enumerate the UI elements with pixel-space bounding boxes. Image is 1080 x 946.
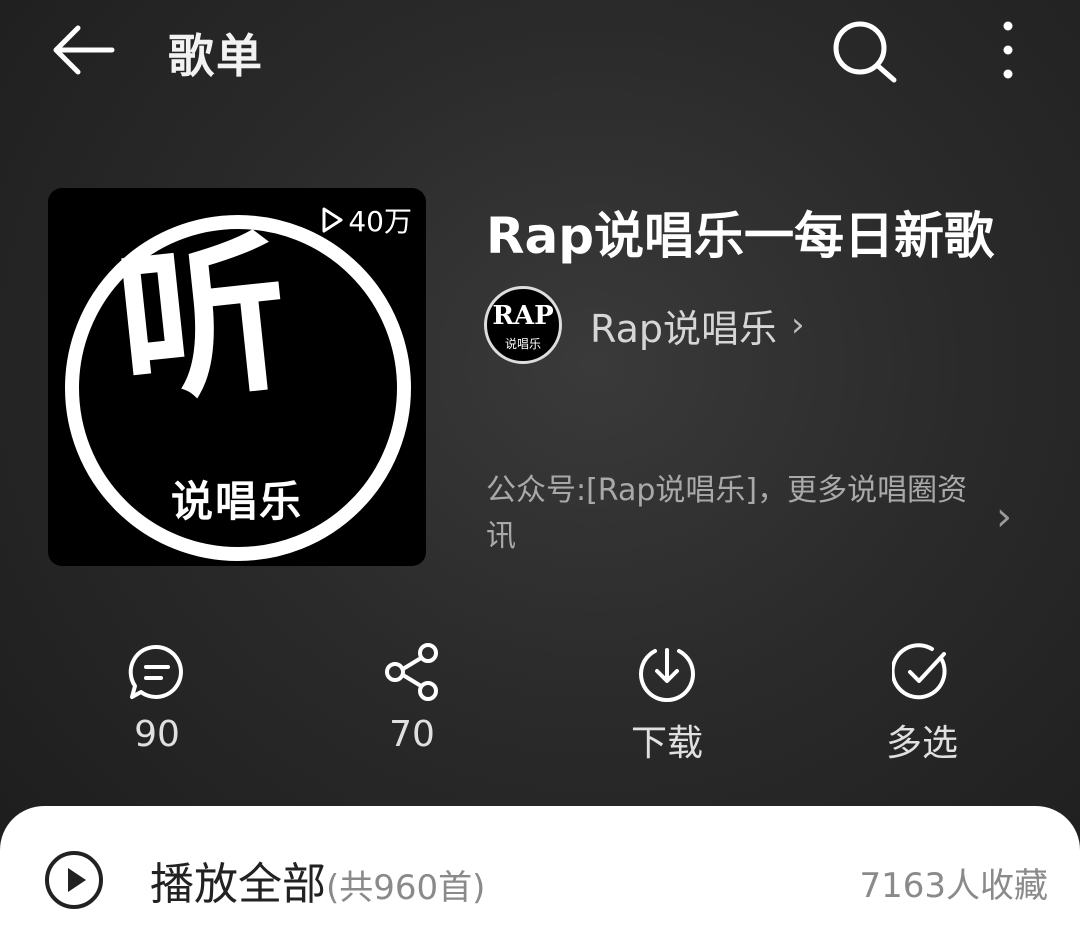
- search-icon: [833, 21, 897, 83]
- creator-name: Rap说唱乐: [590, 306, 777, 351]
- back-arrow-icon: [53, 25, 115, 75]
- share-button[interactable]: 70: [332, 642, 492, 755]
- more-vertical-icon: [1003, 21, 1013, 79]
- more-options-button[interactable]: [990, 18, 1026, 84]
- play-count: 40万: [320, 200, 412, 240]
- download-icon: [639, 648, 695, 702]
- comment-icon: [128, 644, 183, 699]
- multi-select-button[interactable]: 多选: [842, 642, 1002, 766]
- cover-logo-text: 说唱乐: [170, 477, 303, 526]
- avatar-logo-sub: 说唱乐: [504, 337, 541, 351]
- search-button[interactable]: [830, 18, 900, 84]
- playlist-description[interactable]: 公众号:[Rap说唱乐]，更多说唱圈资讯: [486, 468, 986, 560]
- playlist-title: Rap说唱乐一每日新歌: [486, 207, 995, 265]
- page-title: 歌单: [168, 29, 264, 83]
- avatar-logo-text: RAP: [492, 301, 554, 331]
- comment-count: 90: [134, 714, 180, 755]
- share-count: 70: [389, 714, 435, 755]
- play-all-text: 播放全部: [150, 859, 326, 910]
- multi-select-label: 多选: [885, 723, 958, 764]
- play-circle-icon: [45, 851, 103, 909]
- favorites-count: 7163人收藏: [859, 866, 1048, 906]
- play-triangle-icon: [322, 207, 343, 233]
- chevron-right-icon: ›: [790, 305, 805, 345]
- creator-link[interactable]: RAP 说唱乐 Rap说唱乐 ›: [484, 286, 805, 364]
- play-all-button[interactable]: [44, 850, 104, 910]
- chevron-right-icon[interactable]: ›: [996, 494, 1012, 540]
- comment-button[interactable]: 90: [77, 642, 237, 755]
- download-label: 下载: [630, 723, 703, 764]
- playlist-cover[interactable]: 听 40万 说唱乐: [48, 188, 426, 566]
- share-icon: [385, 643, 438, 701]
- avatar: RAP 说唱乐: [484, 286, 562, 364]
- multi-select-icon: [892, 643, 947, 700]
- play-count-value: 40万: [348, 205, 412, 238]
- song-count: (共960首): [326, 868, 486, 908]
- cover-logo-glyph: 听: [108, 212, 299, 430]
- download-button[interactable]: 下载: [587, 642, 747, 766]
- play-all-label[interactable]: 播放全部(共960首): [150, 848, 485, 912]
- back-button[interactable]: [48, 22, 118, 78]
